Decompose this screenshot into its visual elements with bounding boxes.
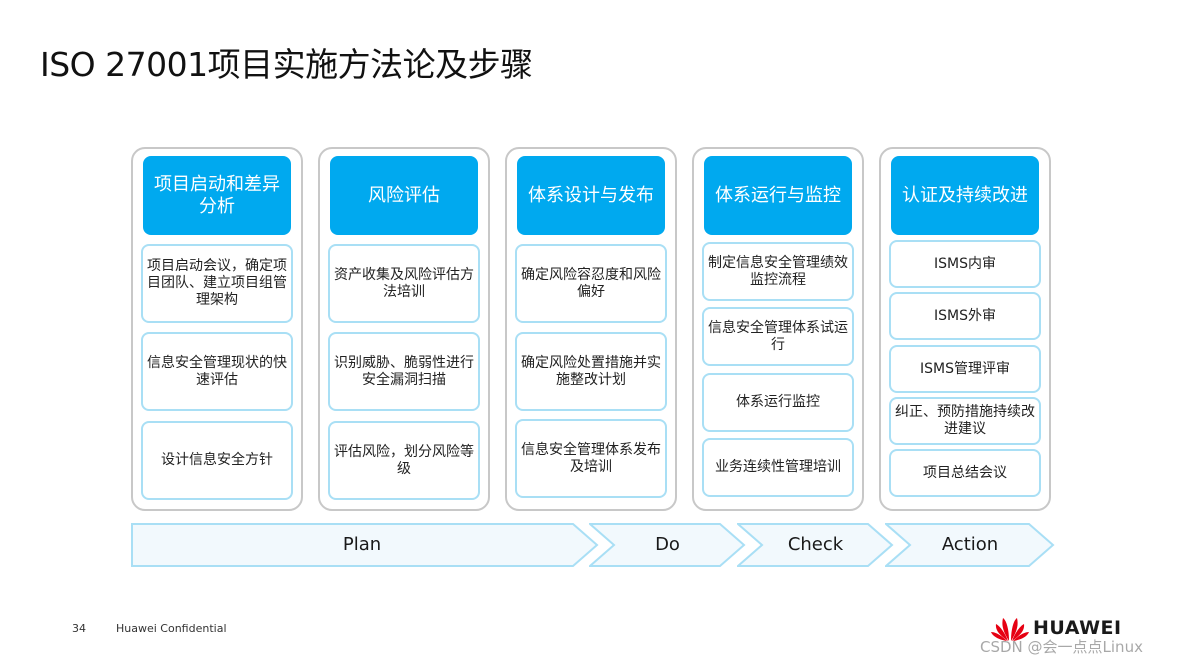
step-item: 资产收集及风险评估方法培训	[328, 244, 480, 323]
column-certification: 认证及持续改进 ISMS内审 ISMS外审 ISMS管理评审 纠正、预防措施持续…	[879, 147, 1051, 511]
step-item: 制定信息安全管理绩效监控流程	[702, 242, 854, 301]
step-item: ISMS内审	[889, 240, 1041, 288]
step-item: 项目总结会议	[889, 449, 1041, 497]
column-header: 认证及持续改进	[891, 156, 1039, 235]
column-system-design: 体系设计与发布 确定风险容忍度和风险偏好 确定风险处置措施并实施整改计划 信息安…	[505, 147, 677, 511]
step-item: 纠正、预防措施持续改进建议	[889, 397, 1041, 445]
phase-label: Check	[787, 534, 844, 555]
page-number: 34	[72, 622, 86, 635]
phase-do: Do	[589, 523, 746, 567]
step-item: 项目启动会议，确定项目团队、建立项目组管理架构	[141, 244, 293, 323]
phase-check: Check	[737, 523, 894, 567]
column-project-kickoff: 项目启动和差异分析 项目启动会议，确定项目团队、建立项目组管理架构 信息安全管理…	[131, 147, 303, 511]
column-system-operation: 体系运行与监控 制定信息安全管理绩效监控流程 信息安全管理体系试运行 体系运行监…	[692, 147, 864, 511]
step-item: 信息安全管理现状的快速评估	[141, 332, 293, 411]
phase-label: Do	[655, 534, 680, 555]
step-item: 确定风险容忍度和风险偏好	[515, 244, 667, 323]
step-item: 信息安全管理体系试运行	[702, 307, 854, 366]
phase-action: Action	[885, 523, 1055, 567]
step-item: 设计信息安全方针	[141, 421, 293, 500]
step-item: 识别威胁、脆弱性进行安全漏洞扫描	[328, 332, 480, 411]
column-header: 体系运行与监控	[704, 156, 852, 235]
step-item: 评估风险，划分风险等级	[328, 421, 480, 500]
phase-plan: Plan	[131, 523, 599, 567]
column-header: 风险评估	[330, 156, 478, 235]
phase-label: Action	[941, 534, 999, 555]
column-header: 项目启动和差异分析	[143, 156, 291, 235]
step-item: 确定风险处置措施并实施整改计划	[515, 332, 667, 411]
step-item: 业务连续性管理培训	[702, 438, 854, 497]
watermark: CSDN @会一点点Linux	[980, 638, 1143, 656]
step-item: 体系运行监控	[702, 373, 854, 432]
step-item: 信息安全管理体系发布及培训	[515, 419, 667, 498]
slide-title: ISO 27001项目实施方法论及步骤	[40, 45, 533, 84]
confidential-label: Huawei Confidential	[116, 622, 227, 635]
column-header: 体系设计与发布	[517, 156, 665, 235]
step-item: ISMS管理评审	[889, 345, 1041, 393]
column-risk-assessment: 风险评估 资产收集及风险评估方法培训 识别威胁、脆弱性进行安全漏洞扫描 评估风险…	[318, 147, 490, 511]
step-item: ISMS外审	[889, 292, 1041, 340]
phase-label: Plan	[342, 534, 382, 555]
